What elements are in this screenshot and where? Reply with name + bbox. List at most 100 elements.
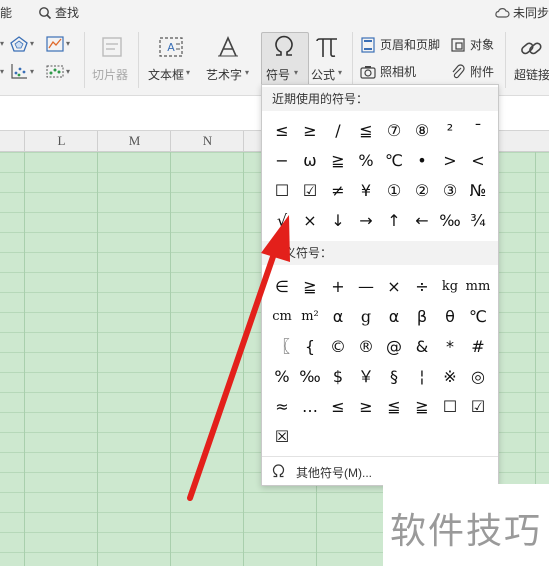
symbol-cell[interactable]: ‰	[436, 207, 464, 235]
symbol-cell[interactable]: ‰	[296, 363, 324, 391]
header-footer-button[interactable]: 页眉和页脚	[360, 36, 440, 53]
symbol-cell[interactable]: α	[324, 303, 352, 331]
chevron-down-icon[interactable]: ▾	[0, 67, 4, 76]
symbol-cell[interactable]: ω	[296, 147, 324, 175]
hyperlink-button[interactable]: 超链接	[512, 32, 549, 88]
symbol-cell[interactable]: ≠	[324, 177, 352, 205]
symbol-cell[interactable]: ®	[352, 333, 380, 361]
symbol-cell[interactable]: kg	[436, 273, 464, 301]
symbol-cell[interactable]: ≧	[324, 147, 352, 175]
more-symbols-button[interactable]: 其他符号(M)...	[262, 456, 498, 485]
symbol-cell[interactable]: &	[408, 333, 436, 361]
symbol-cell[interactable]: θ	[436, 303, 464, 331]
scatter-chart-icon[interactable]	[10, 63, 28, 79]
symbol-cell[interactable]: cm	[268, 303, 296, 331]
symbol-cell[interactable]: %	[352, 147, 380, 175]
symbol-cell[interactable]: −	[268, 147, 296, 175]
line-chart-icon[interactable]	[46, 36, 64, 52]
symbol-cell[interactable]: $	[324, 363, 352, 391]
symbol-cell[interactable]: *	[436, 333, 464, 361]
symbol-cell[interactable]: •	[408, 147, 436, 175]
symbol-cell[interactable]: {	[296, 333, 324, 361]
symbol-cell[interactable]: #	[464, 333, 492, 361]
symbol-cell[interactable]: ¯	[464, 117, 492, 145]
symbol-cell[interactable]: g	[352, 303, 380, 331]
camera-button[interactable]: 照相机	[360, 63, 416, 80]
symbol-cell[interactable]: +	[324, 273, 352, 301]
symbol-cell[interactable]: ≈	[268, 393, 296, 421]
symbol-cell[interactable]: ²	[436, 117, 464, 145]
symbol-cell[interactable]: →	[352, 207, 380, 235]
symbol-cell[interactable]: <	[464, 147, 492, 175]
symbol-cell[interactable]: >	[436, 147, 464, 175]
symbol-cell[interactable]: ※	[436, 363, 464, 391]
symbol-cell[interactable]: ⑧	[408, 117, 436, 145]
symbol-cell[interactable]: ☒	[268, 423, 296, 451]
symbol-cell[interactable]: ￥	[352, 363, 380, 391]
column-header-l[interactable]: L	[24, 131, 98, 151]
symbol-cell[interactable]: ©	[324, 333, 352, 361]
symbol-cell[interactable]: ③	[436, 177, 464, 205]
textbox-button[interactable]: A 文本框 ▾	[146, 32, 198, 88]
chevron-down-icon[interactable]: ▾	[0, 39, 4, 48]
column-header-n[interactable]: N	[170, 131, 244, 151]
symbol-cell[interactable]: ℃	[380, 147, 408, 175]
chevron-down-icon[interactable]: ▾	[30, 39, 34, 48]
symbol-cell[interactable]: @	[380, 333, 408, 361]
symbol-cell[interactable]: /	[324, 117, 352, 145]
symbol-cell[interactable]: ÷	[408, 273, 436, 301]
symbol-cell[interactable]: ↑	[380, 207, 408, 235]
symbol-cell[interactable]: β	[408, 303, 436, 331]
symbol-cell[interactable]: ¾	[464, 207, 492, 235]
symbol-cell[interactable]: ☐	[268, 177, 296, 205]
symbol-cell[interactable]: ≥	[296, 117, 324, 145]
symbol-cell[interactable]: ①	[380, 177, 408, 205]
symbol-cell[interactable]: ②	[408, 177, 436, 205]
symbol-cell[interactable]: %	[268, 363, 296, 391]
symbol-cell[interactable]: ⑦	[380, 117, 408, 145]
symbol-cell[interactable]: №	[464, 177, 492, 205]
symbol-cell[interactable]: ≥	[352, 393, 380, 421]
symbol-cell[interactable]: ◎	[464, 363, 492, 391]
sparkline-icon[interactable]	[46, 63, 64, 79]
chevron-down-icon[interactable]: ▾	[66, 67, 70, 76]
attachment-button[interactable]: 附件	[450, 63, 494, 80]
symbol-cell[interactable]: ≧	[408, 393, 436, 421]
symbol-cell[interactable]: ≤	[324, 393, 352, 421]
symbol-cell[interactable]: √	[268, 207, 296, 235]
symbol-cell[interactable]: ≧	[296, 273, 324, 301]
slicer-button[interactable]: 切片器	[92, 32, 132, 88]
symbol-cell[interactable]: ¦	[408, 363, 436, 391]
sync-status[interactable]: 未同步	[494, 4, 549, 21]
symbol-cell[interactable]: §	[380, 363, 408, 391]
symbol-cell[interactable]: ∈	[268, 273, 296, 301]
formula-button[interactable]: 公式 ▾	[308, 32, 348, 88]
symbol-cell[interactable]: ☑	[464, 393, 492, 421]
symbol-cell[interactable]: ☑	[296, 177, 324, 205]
symbol-button[interactable]: 符号 ▾	[261, 32, 309, 86]
symbol-cell[interactable]: ←	[408, 207, 436, 235]
wordart-button[interactable]: 艺术字 ▾	[204, 32, 256, 88]
symbol-cell[interactable]: ×	[380, 273, 408, 301]
symbol-cell[interactable]: ¥	[352, 177, 380, 205]
symbol-cell[interactable]: α	[380, 303, 408, 331]
symbol-cell[interactable]: m²	[296, 303, 324, 331]
symbol-cell[interactable]: ≦	[380, 393, 408, 421]
column-header-m[interactable]: M	[97, 131, 171, 151]
symbol-cell[interactable]: …	[296, 393, 324, 421]
symbol-cell[interactable]: mm	[464, 273, 492, 301]
symbol-cell[interactable]: ☐	[436, 393, 464, 421]
symbol-cell[interactable]: ↓	[324, 207, 352, 235]
symbol-cell[interactable]: —	[352, 273, 380, 301]
symbol-cell[interactable]: 〖	[268, 333, 296, 361]
symbol-cell[interactable]: ≤	[268, 117, 296, 145]
symbol-cell[interactable]: ≦	[352, 117, 380, 145]
chevron-down-icon[interactable]: ▾	[66, 39, 70, 48]
symbol-cell[interactable]: ℃	[464, 303, 492, 331]
pentagon-chart-icon[interactable]	[10, 36, 28, 52]
chevron-down-icon[interactable]: ▾	[30, 67, 34, 76]
symbol-cell[interactable]: ×	[296, 207, 324, 235]
chevron-down-icon: ▾	[338, 68, 343, 77]
find-button[interactable]: 查找	[38, 4, 79, 21]
object-button[interactable]: 对象	[450, 36, 494, 53]
